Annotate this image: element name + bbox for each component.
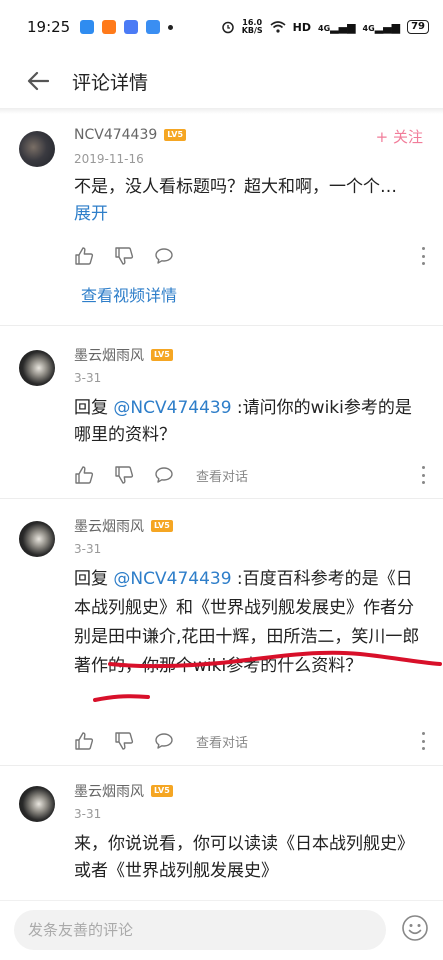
thumbs-down-icon[interactable] bbox=[114, 465, 134, 485]
wifi-icon bbox=[270, 21, 286, 33]
level-badge: LV5 bbox=[151, 349, 173, 361]
more-notifications-dot bbox=[168, 24, 174, 30]
comment-input[interactable] bbox=[14, 910, 386, 950]
thumbs-up-icon[interactable] bbox=[74, 246, 94, 266]
avatar[interactable] bbox=[19, 521, 55, 557]
view-video-details-link[interactable]: 查看视频详情 bbox=[81, 282, 177, 306]
net-speed: 16.0 KB/S bbox=[241, 18, 263, 35]
page-title: 评论详情 bbox=[72, 71, 149, 94]
avatar[interactable] bbox=[19, 350, 55, 386]
comment-compose-bar bbox=[0, 900, 443, 960]
reply-bubble-icon[interactable] bbox=[154, 246, 174, 266]
reply-bubble-icon[interactable] bbox=[154, 731, 174, 751]
comment-date: 3-31 bbox=[74, 542, 102, 556]
signal-icon: 4G▂▄▆ bbox=[362, 20, 401, 34]
page-header: 评论详情 bbox=[0, 54, 443, 108]
hd-label: HD bbox=[292, 20, 312, 34]
mention-link[interactable]: @NCV474439 bbox=[113, 569, 231, 589]
expand-link[interactable]: 展开 bbox=[74, 204, 108, 224]
comment-author[interactable]: 墨云烟雨风 LV5 bbox=[74, 345, 173, 365]
comment-actions: 查看对话 bbox=[74, 463, 426, 487]
comment-date: 3-31 bbox=[74, 371, 102, 385]
divider bbox=[0, 325, 443, 326]
app-notification-icon bbox=[102, 20, 117, 34]
comment-actions: 查看对话 bbox=[74, 729, 426, 753]
thumbs-up-icon[interactable] bbox=[74, 465, 94, 485]
comment-text: 不是，没人看标题吗？超大和啊，一个个… 展开 bbox=[74, 177, 397, 224]
signal-icon: 4G▂▄▆ bbox=[318, 20, 356, 34]
comment-author[interactable]: 墨云烟雨风 LV5 bbox=[74, 516, 173, 536]
comment-author[interactable]: 墨云烟雨风 LV5 bbox=[74, 781, 173, 801]
avatar[interactable] bbox=[19, 131, 55, 167]
view-conversation-link[interactable]: 查看对话 bbox=[196, 732, 248, 751]
divider bbox=[0, 765, 443, 766]
app-notification-icon bbox=[146, 20, 161, 34]
reply-bubble-icon[interactable] bbox=[154, 465, 174, 485]
comment-date: 2019-11-16 bbox=[74, 152, 144, 166]
follow-button[interactable]: + 关注 bbox=[376, 126, 423, 147]
comment-text: 来，你说说看，你可以读读《日本战列舰史》或者《世界战列舰发展史》 bbox=[74, 834, 414, 881]
level-badge: LV5 bbox=[151, 785, 173, 797]
avatar[interactable] bbox=[19, 786, 55, 822]
view-conversation-link[interactable]: 查看对话 bbox=[196, 466, 248, 485]
more-options-icon[interactable] bbox=[420, 466, 426, 484]
comment-text: 回复 @NCV474439 :请问你的wiki参考的是哪里的资料？ bbox=[74, 398, 412, 445]
level-badge: LV5 bbox=[151, 520, 173, 532]
thumbs-up-icon[interactable] bbox=[74, 731, 94, 751]
app-notification-icon bbox=[124, 20, 139, 34]
more-options-icon[interactable] bbox=[420, 732, 426, 750]
alarm-icon bbox=[221, 21, 234, 34]
thumbs-down-icon[interactable] bbox=[114, 246, 134, 266]
status-bar: 19:25 16.0 KB/S HD 4G▂▄▆ 4G▂▄▆ 79 bbox=[0, 0, 443, 54]
comment-text: 回复 @NCV474439 :百度百科参考的是《日本战列舰史》和《世界战列舰发展… bbox=[74, 569, 420, 676]
mention-link[interactable]: @NCV474439 bbox=[113, 398, 231, 418]
header-divider bbox=[0, 108, 443, 114]
more-options-icon[interactable] bbox=[420, 247, 426, 265]
battery-indicator: 79 bbox=[407, 20, 429, 34]
emoji-icon[interactable] bbox=[401, 914, 429, 942]
level-badge: LV5 bbox=[164, 129, 187, 141]
status-time: 19:25 bbox=[27, 18, 71, 36]
comment-actions bbox=[74, 244, 426, 268]
divider bbox=[0, 498, 443, 499]
back-arrow-icon[interactable] bbox=[18, 61, 58, 101]
thumbs-down-icon[interactable] bbox=[114, 731, 134, 751]
app-notification-icon bbox=[80, 20, 95, 34]
comment-date: 3-31 bbox=[74, 807, 102, 821]
comment-author[interactable]: NCV474439 LV5 bbox=[74, 127, 187, 143]
